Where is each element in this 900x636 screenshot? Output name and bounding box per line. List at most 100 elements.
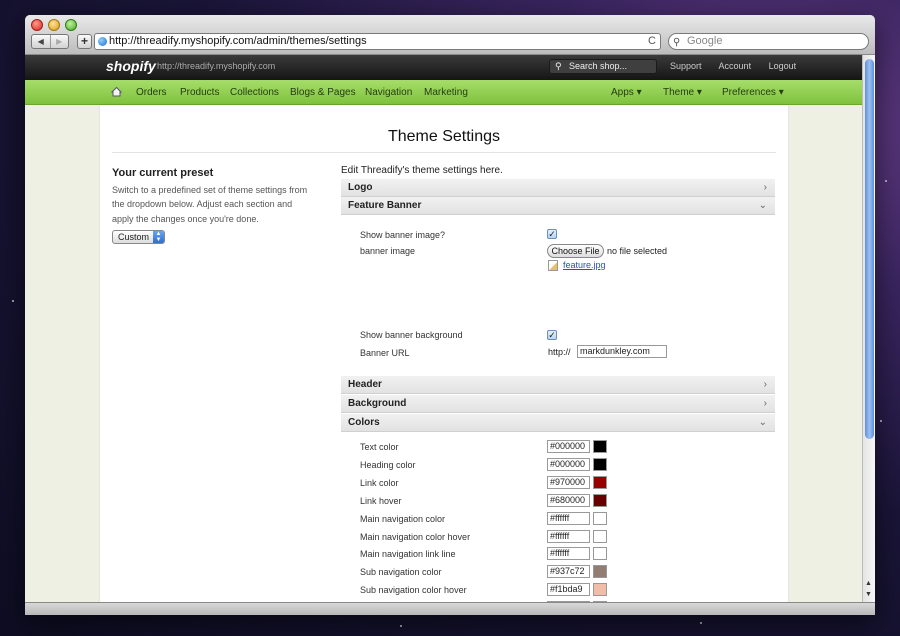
color-setting-label: Link color [360, 477, 399, 488]
color-setting-label: Sub navigation color [360, 567, 442, 578]
color-swatch[interactable] [593, 565, 607, 579]
main-navigation: Orders Products Collections Blogs & Page… [25, 80, 862, 105]
color-swatch[interactable] [593, 493, 607, 507]
color-setting-label: Sub navigation color hover [360, 585, 467, 596]
section-colors[interactable]: Colors ⌄ [341, 414, 775, 432]
banner-image-label: banner image [360, 246, 416, 256]
chevron-right-icon: › [763, 398, 767, 409]
no-file-text: no file selected [607, 246, 668, 256]
color-swatch[interactable] [593, 475, 607, 489]
scroll-down-arrow-icon[interactable]: ▼ [865, 591, 872, 598]
chevron-right-icon: › [763, 182, 767, 193]
preset-heading: Your current preset [112, 167, 214, 179]
search-icon: ⚲ [555, 61, 562, 71]
add-bookmark-button[interactable]: + [77, 34, 92, 49]
banner-url-label: Banner URL [360, 348, 410, 358]
color-hex-input[interactable]: #f1bda9 [547, 583, 590, 597]
section-header[interactable]: Header › [341, 376, 775, 394]
shop-search-input[interactable]: ⚲ Search shop... [549, 59, 657, 74]
color-hex-input[interactable]: #680000 [547, 493, 590, 507]
search-icon: ⚲ [673, 37, 681, 48]
show-banner-background-checkbox[interactable]: ✓ [547, 330, 557, 340]
nav-navigation[interactable]: Navigation [365, 87, 412, 98]
back-button[interactable]: ◀ [32, 35, 50, 48]
nav-collections[interactable]: Collections [230, 87, 279, 98]
address-bar[interactable]: http://threadify.myshopify.com/admin/the… [94, 33, 661, 50]
choose-file-button[interactable]: Choose File [547, 244, 604, 258]
nav-blogs-pages[interactable]: Blogs & Pages [290, 87, 356, 98]
section-feature-banner[interactable]: Feature Banner ⌄ [341, 197, 775, 215]
color-hex-input[interactable]: #970000 [547, 475, 590, 489]
page-title: Theme Settings [387, 128, 501, 145]
nav-theme-menu[interactable]: Theme ▾ [663, 87, 702, 98]
top-links: Support Account Logout [670, 61, 811, 71]
browser-window: ◀ ▶ + http://threadify.myshopify.com/adm… [25, 15, 875, 615]
preset-description: Switch to a predefined set of theme sett… [112, 185, 308, 224]
color-swatch[interactable] [593, 583, 607, 597]
logout-link[interactable]: Logout [769, 61, 797, 71]
color-hex-input[interactable]: #ffffff [547, 529, 590, 543]
minimize-window-button[interactable] [48, 19, 60, 31]
color-hex-input[interactable]: #937c72 [547, 565, 590, 579]
section-colors-title: Colors [348, 417, 380, 428]
shop-url-link[interactable]: http://threadify.myshopify.com [157, 61, 275, 71]
site-globe-icon [98, 37, 107, 46]
show-banner-background-label: Show banner background [360, 330, 463, 340]
color-swatch[interactable] [593, 547, 607, 561]
forward-button[interactable]: ▶ [49, 35, 69, 48]
chevron-right-icon: › [763, 379, 767, 390]
close-window-button[interactable] [31, 19, 43, 31]
nav-products[interactable]: Products [180, 87, 219, 98]
shop-search-placeholder: Search shop... [569, 61, 628, 71]
banner-url-input[interactable]: markdunkley.com [577, 345, 667, 358]
account-link[interactable]: Account [719, 61, 752, 71]
scrollbar-thumb[interactable] [865, 59, 874, 439]
star [885, 180, 887, 182]
color-hex-input[interactable]: #000000 [547, 440, 590, 453]
color-hex-input[interactable]: #ffffff [547, 511, 590, 525]
color-swatch[interactable] [593, 529, 607, 543]
color-hex-input[interactable]: #000000 [547, 457, 590, 471]
color-setting-label: Text color [360, 442, 399, 452]
color-setting-label: Main navigation color hover [360, 531, 471, 542]
show-banner-image-checkbox[interactable]: ✓ [547, 229, 557, 239]
color-hex-input[interactable]: #ffffff [547, 547, 590, 561]
section-background-title: Background [348, 398, 407, 409]
star [700, 622, 702, 624]
star [880, 420, 882, 422]
address-text: http://threadify.myshopify.com/admin/the… [109, 35, 367, 47]
star [12, 300, 14, 302]
browser-toolbar: ◀ ▶ + http://threadify.myshopify.com/adm… [25, 15, 875, 55]
reload-icon[interactable]: C [648, 34, 656, 49]
banner-url-prefix: http:// [548, 347, 571, 357]
color-setting-label: Main navigation link line [360, 549, 456, 560]
back-forward-buttons: ◀ ▶ [31, 34, 69, 49]
preset-selected-value: Custom [118, 232, 150, 242]
color-setting-label: Main navigation color [360, 513, 446, 524]
vertical-scrollbar[interactable]: ▲ ▼ [862, 55, 875, 602]
nav-preferences-menu[interactable]: Preferences ▾ [722, 87, 784, 98]
browser-search-field[interactable]: ⚲ Google [668, 33, 869, 50]
nav-marketing[interactable]: Marketing [424, 87, 468, 98]
banner-file-link[interactable]: feature.jpg [563, 260, 606, 270]
nav-apps-menu[interactable]: Apps ▾ [611, 87, 642, 98]
shopify-logo[interactable]: shopify [106, 58, 156, 74]
home-icon[interactable] [111, 86, 122, 97]
section-logo[interactable]: Logo › [341, 179, 775, 197]
chevron-down-icon: ⌄ [758, 417, 767, 428]
scroll-up-arrow-icon[interactable]: ▲ [865, 580, 872, 587]
image-file-icon [548, 260, 558, 271]
color-swatch[interactable] [593, 440, 607, 453]
color-setting-label: Heading color [360, 459, 416, 470]
settings-panel: Theme Settings Your current preset Switc… [100, 105, 788, 602]
section-background[interactable]: Background › [341, 395, 775, 413]
color-swatch[interactable] [593, 457, 607, 471]
zoom-window-button[interactable] [65, 19, 77, 31]
nav-orders[interactable]: Orders [136, 87, 167, 98]
support-link[interactable]: Support [670, 61, 702, 71]
settings-intro: Edit Threadify's theme settings here. [341, 165, 503, 176]
preset-select[interactable]: Custom ▲ ▼ [112, 230, 165, 244]
show-banner-image-label: Show banner image? [360, 230, 446, 240]
section-logo-title: Logo [348, 182, 373, 193]
color-swatch[interactable] [593, 511, 607, 525]
